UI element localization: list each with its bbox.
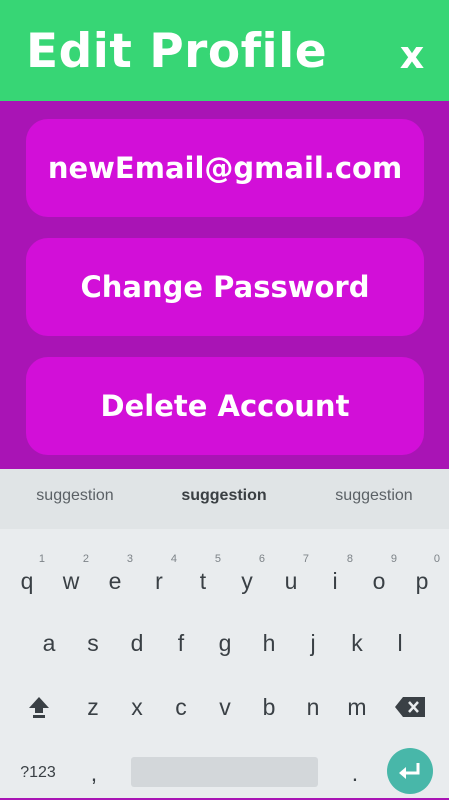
enter-key[interactable] [387,748,433,794]
key-j[interactable]: j [291,618,335,668]
key-c[interactable]: c [159,682,203,732]
delete-account-button[interactable]: Delete Account [26,357,424,455]
key-q[interactable]: q1 [5,553,49,606]
key-l[interactable]: l [378,618,422,668]
key-t[interactable]: t5 [181,553,225,606]
backspace-icon [395,697,425,717]
key-n[interactable]: n [291,682,335,732]
comma-key[interactable]: , [72,750,116,800]
key-g[interactable]: g [203,618,247,668]
suggestion-center[interactable]: suggestion [149,487,299,505]
space-key[interactable] [131,757,318,787]
enter-icon [399,763,420,779]
shift-icon [29,697,49,718]
key-a[interactable]: a [27,618,71,668]
app-header: Edit Profile x [0,0,449,101]
key-z[interactable]: z [71,682,115,732]
email-button[interactable]: newEmail@gmail.com [26,119,424,217]
key-f[interactable]: f [159,618,203,668]
suggestion-right[interactable]: suggestion [299,487,449,505]
key-w[interactable]: w2 [49,553,93,606]
change-password-button[interactable]: Change Password [26,238,424,336]
key-k[interactable]: k [335,618,379,668]
key-s[interactable]: s [71,618,115,668]
suggestion-left[interactable]: suggestion [0,487,150,505]
period-key[interactable]: . [333,750,377,800]
key-o[interactable]: o9 [357,553,401,606]
key-p[interactable]: p0 [400,553,444,606]
key-v[interactable]: v [203,682,247,732]
key-r[interactable]: r4 [137,553,181,606]
key-y[interactable]: y6 [225,553,269,606]
key-e[interactable]: e3 [93,553,137,606]
key-b[interactable]: b [247,682,291,732]
key-x[interactable]: x [115,682,159,732]
symbols-key[interactable]: ?123 [8,750,68,800]
page-title: Edit Profile [26,24,328,79]
shift-key[interactable] [17,682,61,732]
key-m[interactable]: m [335,682,379,732]
close-button[interactable]: x [397,30,427,80]
key-d[interactable]: d [115,618,159,668]
backspace-key[interactable] [388,682,432,732]
key-h[interactable]: h [247,618,291,668]
key-i[interactable]: i8 [313,553,357,606]
key-u[interactable]: u7 [269,553,313,606]
soft-keyboard: suggestion suggestion suggestion q1 w2 e… [0,469,449,798]
suggestion-bar: suggestion suggestion suggestion [0,469,449,529]
